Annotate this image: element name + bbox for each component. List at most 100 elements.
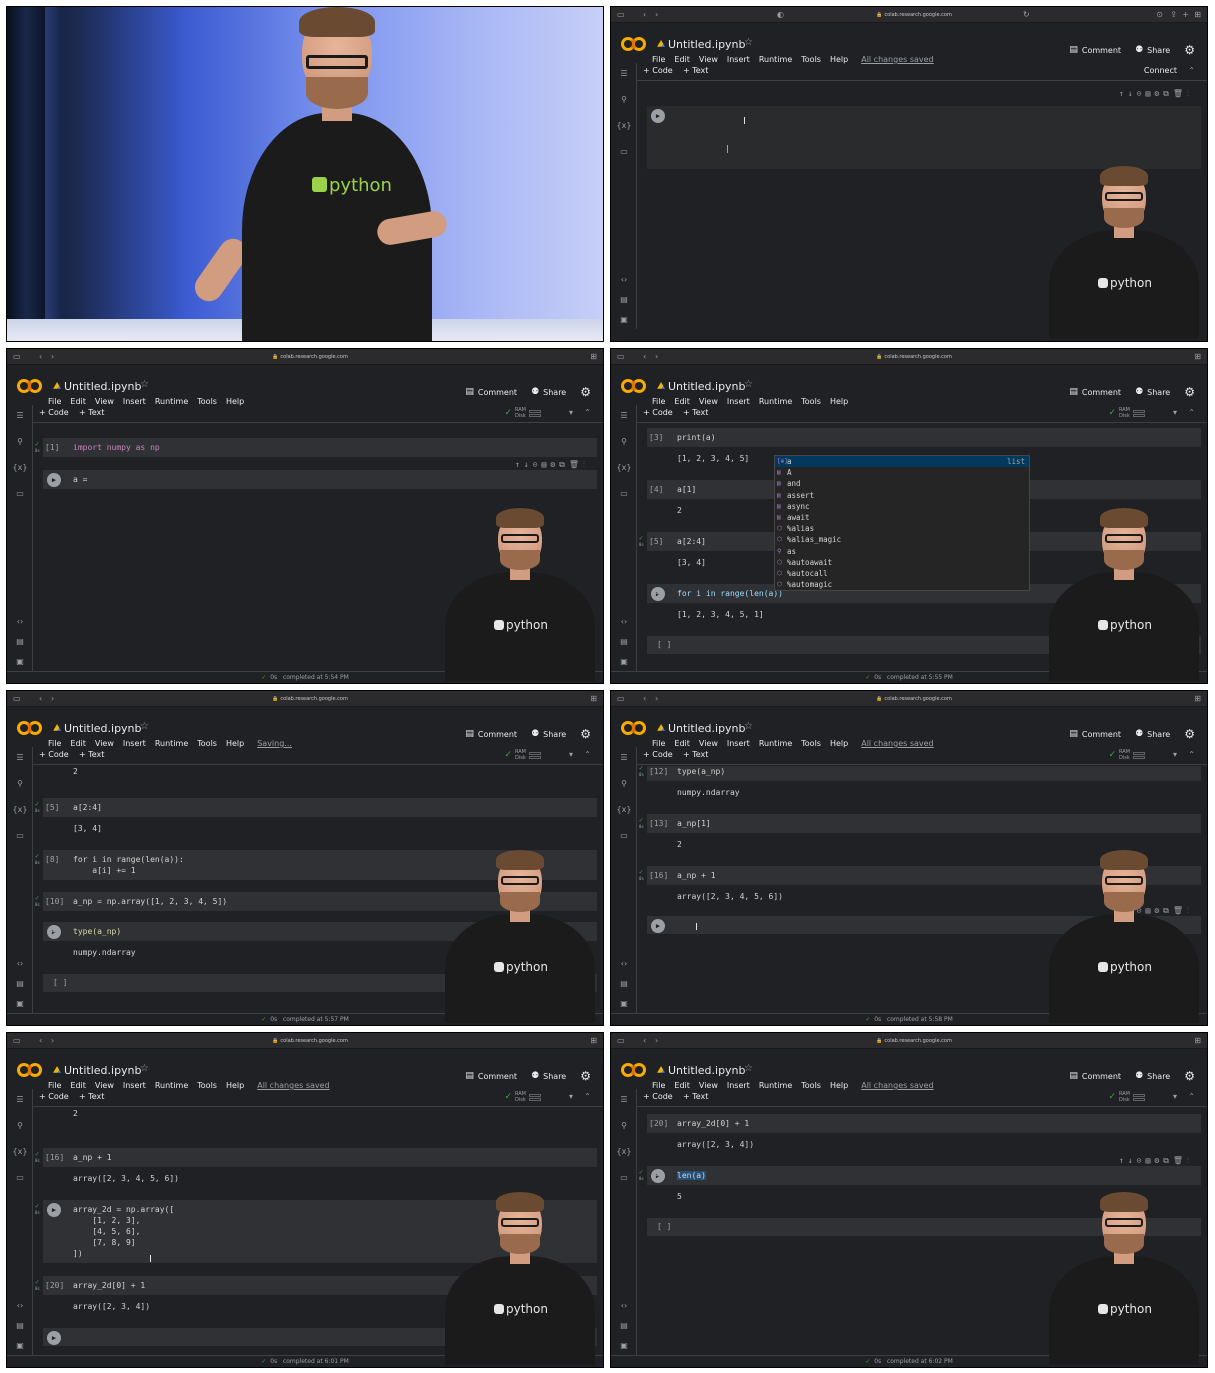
comment-button[interactable]: ▤ Comment: [465, 729, 517, 739]
resource-indicator[interactable]: ✓ RAM Disk: [1108, 1091, 1145, 1103]
resource-indicator[interactable]: ✓ RAM Disk: [504, 407, 541, 419]
chevron-up-icon[interactable]: ⌃: [1188, 750, 1195, 759]
address-bar[interactable]: 🔒 colab.research.google.com: [849, 1036, 979, 1046]
command-palette-icon[interactable]: ▤: [611, 637, 637, 646]
share-button[interactable]: ⚉ Share: [1135, 387, 1170, 397]
variables-icon[interactable]: {x}: [7, 805, 33, 814]
search-icon[interactable]: ⚲: [7, 779, 33, 788]
comment-button[interactable]: ▤ Comment: [1069, 729, 1121, 739]
autocomplete-item[interactable]: ⬡ %automagic: [775, 579, 1029, 590]
command-palette-icon[interactable]: ▤: [7, 979, 33, 988]
comment-button[interactable]: ▤ Comment: [465, 387, 517, 397]
comment-button[interactable]: ▤ Comment: [1069, 387, 1121, 397]
back-icon[interactable]: ‹: [643, 10, 646, 20]
run-cell-icon[interactable]: ▶: [47, 473, 61, 487]
chevron-down-icon[interactable]: ▾: [1173, 408, 1177, 417]
autocomplete-item[interactable]: ⬡ %alias_magic: [775, 534, 1029, 545]
resource-indicator[interactable]: ✓ RAM Disk: [504, 749, 541, 761]
cell-code[interactable]: print(a): [677, 433, 716, 442]
cell-code[interactable]: a =: [73, 475, 87, 484]
search-icon[interactable]: ⚲: [7, 1121, 33, 1130]
output-icon[interactable]: ⇥: [655, 1171, 660, 1182]
cell-editor[interactable]: |: [725, 144, 730, 153]
toc-icon[interactable]: ☰: [7, 411, 33, 420]
cell-toolbar[interactable]: ↑↓⊝▤⚙⧉🗑⋮: [1119, 88, 1193, 99]
address-bar[interactable]: 🔒 colab.research.google.com: [849, 10, 979, 20]
toc-icon[interactable]: ☰: [7, 753, 33, 762]
cell-code[interactable]: len(a): [677, 1171, 706, 1180]
back-icon[interactable]: ‹: [643, 352, 646, 362]
command-palette-icon[interactable]: ▤: [611, 295, 637, 304]
toc-icon[interactable]: ☰: [611, 753, 637, 762]
cell-code[interactable]: a_np[1]: [677, 819, 711, 828]
resource-indicator[interactable]: ✓ RAM Disk: [1108, 407, 1145, 419]
star-icon[interactable]: ☆: [744, 721, 753, 732]
terminal-icon[interactable]: ▣: [7, 999, 33, 1008]
folder-icon[interactable]: ▭: [611, 831, 637, 840]
variables-icon[interactable]: {x}: [611, 1147, 637, 1156]
add-code-button[interactable]: + Code: [39, 750, 69, 759]
cell-code[interactable]: a_np = np.array([1, 2, 3, 4, 5]): [73, 897, 227, 906]
notebook-title[interactable]: Untitled.ipynb: [657, 380, 746, 393]
cell-code[interactable]: type(a_np): [677, 767, 725, 776]
notebook-title[interactable]: Untitled.ipynb: [53, 380, 142, 393]
variables-icon[interactable]: {x}: [7, 463, 33, 472]
address-bar[interactable]: 🔒 colab.research.google.com: [245, 694, 375, 704]
add-text-button[interactable]: + Text: [683, 1092, 708, 1101]
colab-logo-icon[interactable]: [621, 721, 647, 735]
chevron-up-icon[interactable]: ⌃: [1188, 66, 1195, 75]
cell-code[interactable]: a_np + 1: [73, 1153, 112, 1162]
colab-logo-icon[interactable]: [621, 1063, 647, 1077]
address-bar[interactable]: 🔒 colab.research.google.com: [245, 352, 375, 362]
tabs-icon[interactable]: ⊞: [1194, 352, 1201, 362]
tabs-icon[interactable]: ⊞: [590, 1036, 597, 1046]
search-icon[interactable]: ⚲: [611, 779, 637, 788]
cell-code[interactable]: for i in range(len(a)): [677, 589, 783, 598]
autocomplete-item[interactable]: ▤ assert: [775, 490, 1029, 501]
code-snippets-icon[interactable]: ‹›: [7, 959, 33, 968]
add-code-button[interactable]: + Code: [39, 408, 69, 417]
colab-logo-icon[interactable]: [17, 721, 43, 735]
cell-code[interactable]: array_2d[0] + 1: [73, 1281, 145, 1290]
code-cell[interactable]: 2: [43, 1108, 597, 1123]
output-icon[interactable]: ⇥: [51, 927, 56, 938]
share-button[interactable]: ⚉ Share: [1135, 729, 1170, 739]
folder-icon[interactable]: ▭: [7, 1173, 33, 1182]
add-text-button[interactable]: + Text: [79, 1092, 104, 1101]
code-snippets-icon[interactable]: ‹›: [7, 617, 33, 626]
command-palette-icon[interactable]: ▤: [7, 637, 33, 646]
sidebar-toggle-icon[interactable]: ▭: [13, 694, 21, 704]
code-cell[interactable]: ✓ 0s [5] a[2:4] [3, 4]: [35, 798, 597, 838]
back-icon[interactable]: ‹: [643, 694, 646, 704]
reload-icon[interactable]: ↻: [1023, 10, 1030, 20]
cell-code[interactable]: a[2:4]: [73, 803, 102, 812]
notebook-title[interactable]: Untitled.ipynb: [657, 1064, 746, 1077]
autocomplete-item[interactable]: [⊕] a list: [775, 456, 1029, 468]
forward-icon[interactable]: ›: [51, 1036, 54, 1046]
forward-icon[interactable]: ›: [51, 352, 54, 362]
cell-code[interactable]: a[2:4]: [677, 537, 706, 546]
comment-button[interactable]: ▤ Comment: [465, 1071, 517, 1081]
cell-code[interactable]: import numpy as np: [73, 443, 160, 452]
share-button[interactable]: ⚉ Share: [1135, 1071, 1170, 1081]
address-bar[interactable]: 🔒 colab.research.google.com: [849, 694, 979, 704]
forward-icon[interactable]: ›: [655, 352, 658, 362]
variables-icon[interactable]: {x}: [611, 805, 637, 814]
add-text-button[interactable]: + Text: [683, 408, 708, 417]
code-cell[interactable]: ▶ ↑↓⊝▤⚙⧉🗑⋮ |: [647, 89, 1201, 169]
terminal-icon[interactable]: ▣: [611, 315, 637, 324]
toc-icon[interactable]: ☰: [611, 69, 637, 78]
tabs-icon[interactable]: ⊞: [590, 352, 597, 362]
add-code-button[interactable]: + Code: [643, 66, 673, 75]
folder-icon[interactable]: ▭: [7, 489, 33, 498]
colab-logo-icon[interactable]: [17, 379, 43, 393]
run-cell-icon[interactable]: ▶: [651, 919, 665, 933]
download-icon[interactable]: ⊙: [1156, 10, 1163, 20]
connect-button[interactable]: Connect: [1144, 66, 1177, 75]
code-snippets-icon[interactable]: ‹›: [611, 275, 637, 284]
gear-icon[interactable]: ⚙: [1184, 43, 1195, 57]
forward-icon[interactable]: ›: [655, 1036, 658, 1046]
sidebar-toggle-icon[interactable]: ▭: [13, 1036, 21, 1046]
add-text-button[interactable]: + Text: [79, 408, 104, 417]
terminal-icon[interactable]: ▣: [7, 1341, 33, 1350]
